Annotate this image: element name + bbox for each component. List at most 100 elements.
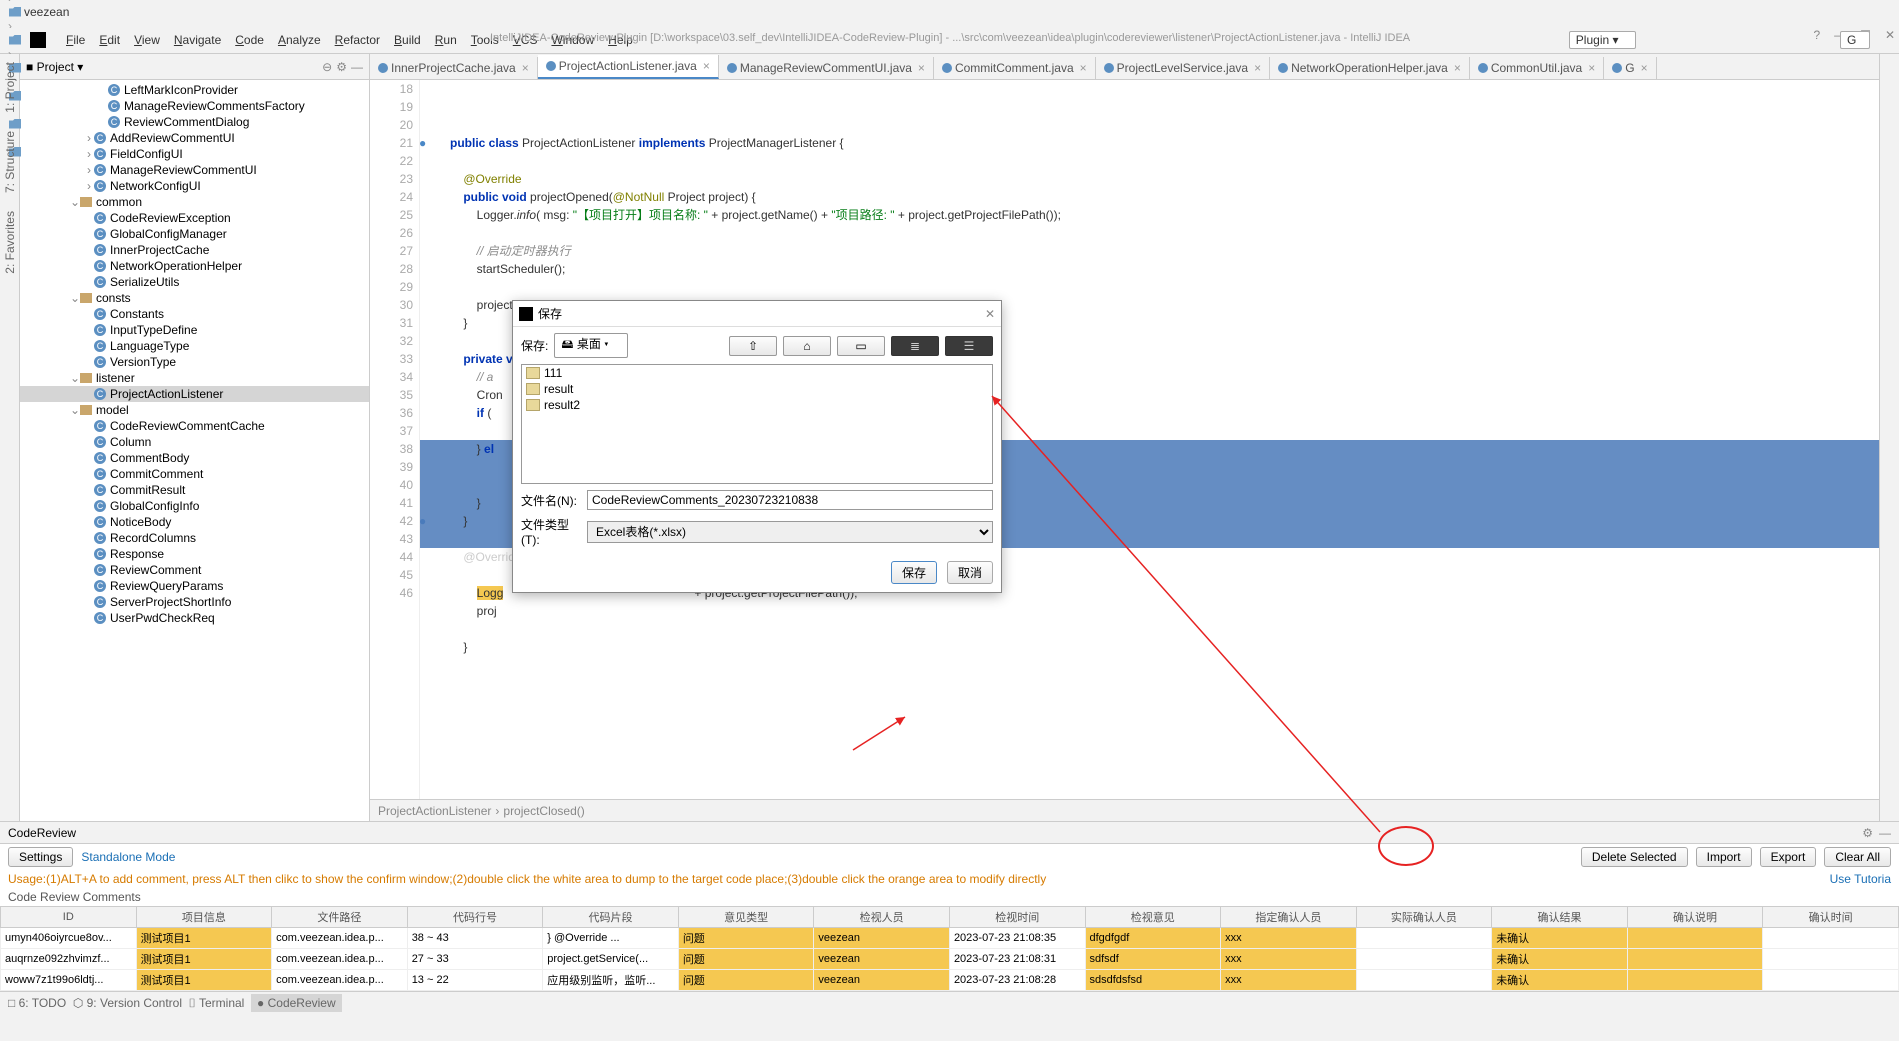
tree-node[interactable]: CNetworkOperationHelper <box>20 258 369 274</box>
editor-tab[interactable]: CommitComment.java× <box>934 57 1096 79</box>
tree-node[interactable]: CRecordColumns <box>20 530 369 546</box>
table-header[interactable]: 检视人员 <box>814 907 950 928</box>
table-header[interactable]: 代码行号 <box>407 907 543 928</box>
minimize-panel-icon[interactable]: — <box>1879 826 1891 840</box>
cancel-button[interactable]: 取消 <box>947 561 993 584</box>
tree-node[interactable]: ›CAddReviewCommentUI <box>20 130 369 146</box>
tree-node[interactable]: CLanguageType <box>20 338 369 354</box>
menu-edit[interactable]: Edit <box>92 33 127 47</box>
folder-row[interactable]: 111 <box>522 365 992 381</box>
filename-input[interactable] <box>587 490 993 510</box>
tree-node[interactable]: CReviewQueryParams <box>20 578 369 594</box>
editor-tab[interactable]: CommonUtil.java× <box>1470 57 1604 79</box>
settings-button[interactable]: Settings <box>8 847 73 867</box>
menu-code[interactable]: Code <box>228 33 271 47</box>
tool-favorites[interactable]: 2: Favorites <box>3 211 17 274</box>
home-icon[interactable]: ⌂ <box>783 336 831 356</box>
editor-tab[interactable]: ProjectActionListener.java× <box>538 55 719 79</box>
table-header[interactable]: 意见类型 <box>678 907 814 928</box>
breadcrumb-item[interactable]: veezean <box>6 5 198 19</box>
menu-run[interactable]: Run <box>428 33 464 47</box>
table-header[interactable]: 确认时间 <box>1763 907 1899 928</box>
tree-node[interactable]: CCommitComment <box>20 466 369 482</box>
tool-structure[interactable]: 7: Structure <box>3 131 17 193</box>
tree-node[interactable]: CInnerProjectCache <box>20 242 369 258</box>
table-row[interactable]: umyn406oiyrcue8ov...测试项目1com.veezean.ide… <box>1 928 1899 949</box>
panel-tab-codereview[interactable]: CodeReview <box>8 826 76 840</box>
tree-node[interactable]: CNoticeBody <box>20 514 369 530</box>
tree-node[interactable]: ›CManageReviewCommentUI <box>20 162 369 178</box>
project-view-selector[interactable]: ■ Project ▾ <box>26 60 83 74</box>
table-header[interactable]: 文件路径 <box>272 907 408 928</box>
tree-node[interactable]: CLeftMarkIconProvider <box>20 82 369 98</box>
up-folder-icon[interactable]: ⇧ <box>729 336 777 356</box>
tree-node[interactable]: CReviewCommentDialog <box>20 114 369 130</box>
tree-node[interactable]: CConstants <box>20 306 369 322</box>
editor-tab[interactable]: ProjectLevelService.java× <box>1096 57 1270 79</box>
table-header[interactable]: 确认结果 <box>1492 907 1628 928</box>
tree-node[interactable]: ›CFieldConfigUI <box>20 146 369 162</box>
delete-selected-button[interactable]: Delete Selected <box>1581 847 1688 867</box>
tree-node[interactable]: CGlobalConfigInfo <box>20 498 369 514</box>
gear-icon[interactable]: ⚙ <box>1862 826 1873 840</box>
table-header[interactable]: 检视意见 <box>1085 907 1221 928</box>
filetype-select[interactable]: Excel表格(*.xlsx) <box>587 521 993 543</box>
tree-node[interactable]: CCommitResult <box>20 482 369 498</box>
table-header[interactable]: 指定确认人员 <box>1221 907 1357 928</box>
location-dropdown[interactable]: 🖴 桌面 ▾ <box>554 333 627 358</box>
menu-analyze[interactable]: Analyze <box>271 33 328 47</box>
tree-node[interactable]: CSerializeUtils <box>20 274 369 290</box>
table-header[interactable]: 实际确认人员 <box>1356 907 1492 928</box>
table-header[interactable]: 项目信息 <box>136 907 272 928</box>
table-row[interactable]: woww7z1t99o6ldtj...测试项目1com.veezean.idea… <box>1 970 1899 991</box>
editor-tab[interactable]: ManageReviewCommentUI.java× <box>719 57 934 79</box>
tree-node[interactable]: CUserPwdCheckReq <box>20 610 369 626</box>
tree-node[interactable]: CCodeReviewCommentCache <box>20 418 369 434</box>
menu-navigate[interactable]: Navigate <box>167 33 228 47</box>
tree-node[interactable]: CVersionType <box>20 354 369 370</box>
table-header[interactable]: 确认说明 <box>1627 907 1763 928</box>
tree-node[interactable]: CInputTypeDefine <box>20 322 369 338</box>
tree-node[interactable]: CColumn <box>20 434 369 450</box>
comments-table[interactable]: ID项目信息文件路径代码行号代码片段意见类型检视人员检视时间检视意见指定确认人员… <box>0 906 1899 991</box>
menu-build[interactable]: Build <box>387 33 428 47</box>
tree-node[interactable]: CReviewComment <box>20 562 369 578</box>
list-view-icon[interactable]: ≣ <box>891 336 939 356</box>
settings-icon[interactable]: ⚙ <box>336 60 347 74</box>
clear-all-button[interactable]: Clear All <box>1824 847 1891 867</box>
project-tree[interactable]: CLeftMarkIconProviderCManageReviewCommen… <box>20 80 369 821</box>
tree-node[interactable]: CCommentBody <box>20 450 369 466</box>
tree-node[interactable]: CGlobalConfigManager <box>20 226 369 242</box>
folder-row[interactable]: result <box>522 381 992 397</box>
table-header[interactable]: ID <box>1 907 137 928</box>
file-list[interactable]: 111resultresult2 <box>521 364 993 484</box>
collapse-icon[interactable]: ⊖ <box>322 60 332 74</box>
tree-node[interactable]: CServerProjectShortInfo <box>20 594 369 610</box>
table-row[interactable]: auqrnze092zhvimzf...测试项目1com.veezean.ide… <box>1 949 1899 970</box>
hide-icon[interactable]: — <box>351 60 363 74</box>
tree-node[interactable]: CCodeReviewException <box>20 210 369 226</box>
editor-tab[interactable]: InnerProjectCache.java× <box>370 57 538 79</box>
tree-node[interactable]: ⌄consts <box>20 290 369 306</box>
menu-refactor[interactable]: Refactor <box>328 33 387 47</box>
table-header[interactable]: 检视时间 <box>949 907 1085 928</box>
tree-node[interactable]: ›CNetworkConfigUI <box>20 178 369 194</box>
run-config-dropdown[interactable]: Plugin ▾ <box>1569 31 1636 49</box>
dialog-close-icon[interactable]: ✕ <box>985 307 995 321</box>
menu-file[interactable]: File <box>59 33 92 47</box>
tree-node[interactable]: ⌄common <box>20 194 369 210</box>
tree-node[interactable]: CManageReviewCommentsFactory <box>20 98 369 114</box>
table-header[interactable]: 代码片段 <box>543 907 679 928</box>
new-folder-icon[interactable]: ▭ <box>837 336 885 356</box>
details-view-icon[interactable]: ☰ <box>945 336 993 356</box>
import-button[interactable]: Import <box>1696 847 1752 867</box>
tree-node[interactable]: CProjectActionListener <box>20 386 369 402</box>
mode-link[interactable]: Standalone Mode <box>81 850 175 864</box>
tutorial-link[interactable]: Use Tutoria <box>1830 872 1891 886</box>
help-icon[interactable]: ? <box>1813 28 1820 42</box>
editor-tab[interactable]: G× <box>1604 57 1656 79</box>
editor-tab[interactable]: NetworkOperationHelper.java× <box>1270 57 1470 79</box>
tree-node[interactable]: CResponse <box>20 546 369 562</box>
save-button[interactable]: 保存 <box>891 561 937 584</box>
tree-node[interactable]: ⌄model <box>20 402 369 418</box>
